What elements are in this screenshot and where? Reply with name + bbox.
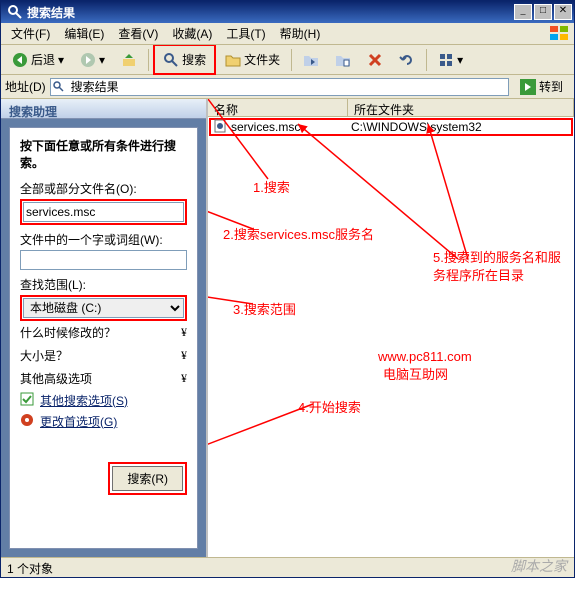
menu-view[interactable]: 查看(V) xyxy=(112,23,164,44)
menu-file[interactable]: 文件(F) xyxy=(5,23,56,44)
word-label: 文件中的一个字或词组(W): xyxy=(20,231,187,248)
annotation-3: 3.搜索范围 xyxy=(233,299,296,318)
status-text: 1 个对象 xyxy=(7,562,53,576)
up-button[interactable] xyxy=(114,48,144,72)
search-button-highlight: 搜索(R) xyxy=(108,462,187,495)
go-icon xyxy=(520,79,536,95)
filename-highlight xyxy=(20,199,187,225)
result-folder: C:\WINDOWS\system32 xyxy=(347,120,571,134)
copy-to-button[interactable] xyxy=(328,48,358,72)
when-modified-row[interactable]: 什么时候修改的？ ¥ xyxy=(20,321,187,344)
col-name[interactable]: 名称 xyxy=(208,99,348,116)
statusbar: 1 个对象 xyxy=(1,557,574,577)
undo-button[interactable] xyxy=(392,48,422,72)
address-input[interactable] xyxy=(50,78,509,96)
back-label: 后退 xyxy=(31,51,55,68)
menu-favorites[interactable]: 收藏(A) xyxy=(166,23,218,44)
move-icon xyxy=(303,52,319,68)
close-button[interactable]: ✕ xyxy=(554,4,572,20)
search-assistant: 按下面任意或所有条件进行搜索。 全部或部分文件名(O): 文件中的一个字或词组(… xyxy=(9,127,198,549)
start-search-button[interactable]: 搜索(R) xyxy=(112,466,183,491)
annotation-5: 5.搜索到的服务名和服务程序所在目录 xyxy=(433,249,563,285)
delete-button[interactable] xyxy=(360,48,390,72)
folders-label: 文件夹 xyxy=(244,51,280,68)
dropdown-icon: ▾ xyxy=(58,53,64,67)
toolbar: 后退 ▾ ▾ 搜索 文件夹 ▾ xyxy=(1,45,574,75)
annotation-2: 2.搜索services.msc服务名 xyxy=(223,224,374,243)
options-icon xyxy=(20,392,36,408)
minimize-button[interactable]: _ xyxy=(514,4,532,20)
search-button[interactable]: 搜索 xyxy=(156,47,213,72)
dropdown-icon: ▾ xyxy=(457,53,463,67)
size-row[interactable]: 大小是？ ¥ xyxy=(20,344,187,367)
address-label: 地址(D) xyxy=(5,78,46,95)
delete-icon xyxy=(367,52,383,68)
copy-icon xyxy=(335,52,351,68)
expand-icon: ¥ xyxy=(181,348,187,363)
word-input[interactable] xyxy=(20,250,187,270)
dropdown-icon: ▾ xyxy=(99,53,105,67)
explorer-window: 搜索结果 _ □ ✕ 文件(F) 编辑(E) 查看(V) 收藏(A) 工具(T)… xyxy=(0,0,575,578)
menu-tools[interactable]: 工具(T) xyxy=(220,23,271,44)
expand-icon: ¥ xyxy=(181,325,187,340)
watermark: 脚本之家 xyxy=(511,556,567,576)
menu-edit[interactable]: 编辑(E) xyxy=(58,23,110,44)
windows-logo-icon xyxy=(550,26,570,42)
prefs-icon xyxy=(20,413,36,429)
search-panel: 搜索助理 按下面任意或所有条件进行搜索。 全部或部分文件名(O): 文件中的一个… xyxy=(1,99,206,557)
menu-help[interactable]: 帮助(H) xyxy=(274,23,327,44)
annotation-1: 1.搜索 xyxy=(253,177,290,196)
address-bar: 地址(D) 转到 xyxy=(1,75,574,99)
undo-icon xyxy=(399,52,415,68)
search-button-highlight: 搜索 xyxy=(153,44,216,75)
search-icon xyxy=(163,52,179,68)
expand-icon: ¥ xyxy=(181,371,187,386)
app-icon xyxy=(7,4,23,20)
result-row[interactable]: services.msc C:\WINDOWS\system32 xyxy=(209,118,573,136)
when-label: 什么时候修改的？ xyxy=(20,324,116,341)
col-folder[interactable]: 所在文件夹 xyxy=(348,99,574,116)
move-to-button[interactable] xyxy=(296,48,326,72)
up-icon xyxy=(121,52,137,68)
annotation-site1: www.pc811.com xyxy=(378,349,472,364)
folders-button[interactable]: 文件夹 xyxy=(218,47,287,72)
window-title: 搜索结果 xyxy=(27,4,514,21)
column-headers: 名称 所在文件夹 xyxy=(208,99,574,117)
filename-label: 全部或部分文件名(O): xyxy=(20,180,187,197)
annotation-4: 4.开始搜索 xyxy=(298,397,361,416)
file-icon xyxy=(213,119,229,135)
annotation-site2: 电脑互助网 xyxy=(383,364,448,383)
forward-icon xyxy=(80,52,96,68)
search-result-icon xyxy=(52,80,66,94)
advanced-label: 其他高级选项 xyxy=(20,370,92,387)
search-panel-header: 搜索助理 xyxy=(1,99,206,119)
size-label: 大小是？ xyxy=(20,347,68,364)
result-name: services.msc xyxy=(231,120,300,134)
back-icon xyxy=(12,52,28,68)
lookin-label: 查找范围(L): xyxy=(20,276,187,293)
advanced-row[interactable]: 其他高级选项 ¥ xyxy=(20,367,187,390)
content-area: 搜索助理 按下面任意或所有条件进行搜索。 全部或部分文件名(O): 文件中的一个… xyxy=(1,99,574,557)
filename-input[interactable] xyxy=(23,202,184,222)
lookin-select[interactable]: 本地磁盘 (C:) xyxy=(23,298,184,318)
search-label: 搜索 xyxy=(182,51,206,68)
titlebar: 搜索结果 _ □ ✕ xyxy=(1,1,574,23)
maximize-button[interactable]: □ xyxy=(534,4,552,20)
change-prefs-link[interactable]: 更改首选项(G) xyxy=(20,411,187,432)
lookin-highlight: 本地磁盘 (C:) xyxy=(20,295,187,321)
other-options-link[interactable]: 其他搜索选项(S) xyxy=(20,390,187,411)
go-button[interactable]: 转到 xyxy=(513,74,570,99)
forward-button[interactable]: ▾ xyxy=(73,48,112,72)
views-button[interactable]: ▾ xyxy=(431,48,470,72)
assistant-headline: 按下面任意或所有条件进行搜索。 xyxy=(20,138,187,172)
views-icon xyxy=(438,52,454,68)
results-pane: 名称 所在文件夹 services.msc C:\WINDOWS\system3… xyxy=(206,99,574,557)
go-label: 转到 xyxy=(539,78,563,95)
menubar: 文件(F) 编辑(E) 查看(V) 收藏(A) 工具(T) 帮助(H) xyxy=(1,23,574,45)
back-button[interactable]: 后退 ▾ xyxy=(5,47,71,72)
folders-icon xyxy=(225,52,241,68)
